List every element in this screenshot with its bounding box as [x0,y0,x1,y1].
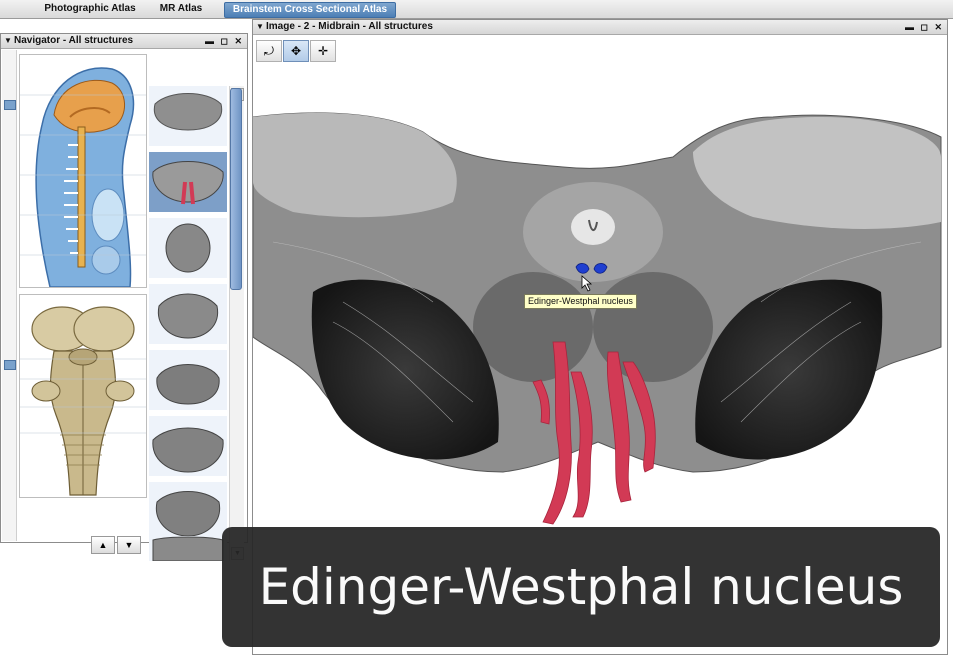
section-thumbnail[interactable] [149,86,227,146]
navigator-window-buttons[interactable]: ▬ ◻ ✕ [205,34,244,48]
section-thumbnail-selected[interactable] [149,152,227,212]
tab-mr-atlas[interactable]: MR Atlas [156,2,206,16]
navigator-panel: ▼ Navigator - All structures ▬ ◻ ✕ ▲ ▼ [0,33,248,562]
section-thumbnail[interactable] [149,350,227,410]
pan-icon[interactable]: ✥ [283,40,309,62]
brainstem-image [20,295,146,497]
caption-text: Edinger-Westphal nucleus [258,558,904,616]
brainstem-illustration[interactable] [19,294,147,498]
image-panel-title: Image - 2 - Midbrain - All structures [266,21,433,32]
image-window-buttons[interactable]: ▬ ◻ ✕ [905,20,944,34]
tab-brainstem-cross-sectional-atlas[interactable]: Brainstem Cross Sectional Atlas [224,2,396,18]
reset-view-icon[interactable]: ⤾ [256,40,282,62]
section-thumbnail[interactable] [149,416,227,476]
section-thumbnail[interactable] [149,482,227,542]
crosshair-icon[interactable]: ✛ [310,40,336,62]
sagittal-body-image [20,55,146,288]
section-thumbnail[interactable] [149,284,227,344]
section-thumbnail[interactable] [149,218,227,278]
sagittal-body-illustration[interactable] [19,54,147,288]
thumbnail-scroll-thumb[interactable] [230,88,242,290]
section-thumbnail[interactable] [149,536,227,562]
up-arrow-icon[interactable]: ▲ [91,536,115,554]
navigator-titlebar[interactable]: ▼ Navigator - All structures ▬ ◻ ✕ [1,34,247,49]
brainstem-level-marker-icon[interactable] [4,360,16,370]
tab-photographic-atlas[interactable]: Photographic Atlas [38,2,142,16]
down-arrow-icon[interactable]: ▼ [117,536,141,554]
triangle-down-icon[interactable]: ▼ [4,34,12,48]
atlas-tab-bar: Photographic Atlas MR Atlas Brainstem Cr… [0,0,953,19]
navigator-level-strip[interactable] [2,50,17,541]
caption-overlay: Edinger-Westphal nucleus [222,527,940,647]
section-thumbnail-list[interactable] [149,86,229,562]
image-panel-titlebar[interactable]: ▼ Image - 2 - Midbrain - All structures … [253,20,947,35]
structure-tooltip: Edinger-Westphal nucleus [524,294,637,309]
navigator-title: Navigator - All structures [14,35,134,46]
sagittal-level-marker-icon[interactable] [4,100,16,110]
triangle-down-icon[interactable]: ▼ [256,20,264,34]
